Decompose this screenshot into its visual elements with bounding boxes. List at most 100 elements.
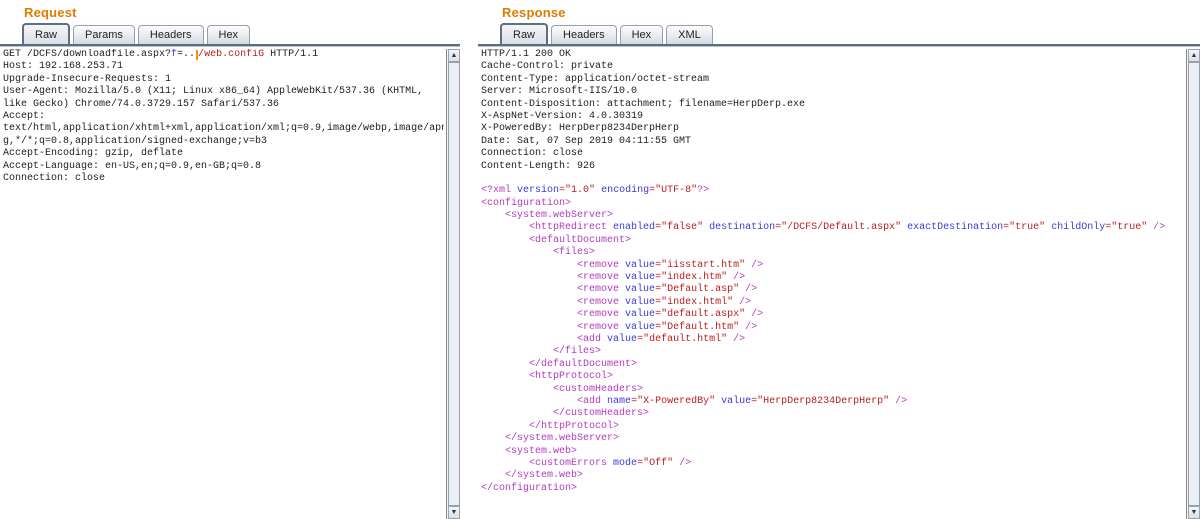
request-tab-hex[interactable]: Hex <box>207 25 251 44</box>
code-segment-tag: <httpRedirect <box>529 222 607 233</box>
code-segment-plain <box>481 421 529 432</box>
code-segment-attr: version <box>517 185 559 196</box>
code-line: User-Agent: Mozilla/5.0 (X11; Linux x86_… <box>3 86 444 98</box>
code-segment-plain <box>481 260 577 271</box>
code-segment-tag: <system.webServer> <box>505 210 613 221</box>
code-segment-tag: /> <box>673 458 691 469</box>
code-segment-tag: /> <box>733 297 751 308</box>
code-segment-tag: <remove <box>577 260 619 271</box>
code-segment-plain: Content-Disposition: attachment; filenam… <box>481 99 805 110</box>
code-segment-plain <box>481 396 577 407</box>
code-segment-tag: <customErrors <box>529 458 607 469</box>
scroll-up-button[interactable]: ▲ <box>1188 49 1200 62</box>
scrollbar-thumb[interactable] <box>1188 62 1200 506</box>
code-segment-plain <box>481 371 529 382</box>
code-segment-plain <box>481 359 529 370</box>
code-line: <configuration> <box>481 198 1184 210</box>
code-line: Host: 192.168.253.71 <box>3 61 444 73</box>
request-tab-raw[interactable]: Raw <box>22 23 70 44</box>
code-line: Accept-Encoding: gzip, deflate <box>3 148 444 160</box>
code-segment-attr: value <box>625 297 655 308</box>
code-segment-plain: Content-Length: 926 <box>481 161 595 172</box>
code-line: Accept: <box>3 111 444 123</box>
code-segment-attr: exactDestination <box>907 222 1003 233</box>
code-segment-plain: Accept-Encoding: gzip, deflate <box>3 148 183 159</box>
code-segment-val: ="1.0" <box>559 185 595 196</box>
scrollbar-thumb[interactable] <box>448 62 460 506</box>
request-tab-headers[interactable]: Headers <box>138 25 204 44</box>
code-segment-tag: ?> <box>697 185 709 196</box>
code-segment-plain <box>481 210 505 221</box>
code-segment-plain <box>481 297 577 308</box>
request-tab-params[interactable]: Params <box>73 25 135 44</box>
response-raw-viewer[interactable]: HTTP/1.1 200 OKCache-Control: private Con… <box>481 49 1184 519</box>
code-segment-tag: </configuration> <box>481 483 577 494</box>
code-segment-plain <box>481 334 577 345</box>
response-tab-raw[interactable]: Raw <box>500 23 548 44</box>
code-segment-plain: Accept-Language: en-US,en;q=0.9,en-GB;q=… <box>3 161 261 172</box>
code-segment-tag: <add <box>577 334 601 345</box>
code-segment-attr: childOnly <box>1051 222 1105 233</box>
code-segment-plain <box>481 346 553 357</box>
code-segment-plain <box>481 284 577 295</box>
response-scrollbar[interactable]: ▲ ▼ <box>1186 49 1200 519</box>
scroll-down-button[interactable]: ▼ <box>448 506 460 519</box>
code-line: <system.web> <box>481 446 1184 458</box>
code-segment-attr: value <box>625 260 655 271</box>
code-segment-plain <box>481 408 553 419</box>
code-segment-tag: <httpProtocol> <box>529 371 613 382</box>
code-segment-tag: /> <box>739 284 757 295</box>
code-line: <remove value="index.htm" /> <box>481 272 1184 284</box>
code-segment-plain: HTTP/1.1 <box>264 49 318 60</box>
response-content: HTTP/1.1 200 OKCache-Control: private Con… <box>478 44 1200 519</box>
code-line: </system.webServer> <box>481 433 1184 445</box>
code-line: <remove value="index.html" /> <box>481 297 1184 309</box>
code-segment-plain: X-AspNet-Version: 4.0.30319 <box>481 111 643 122</box>
code-segment-attr: enabled <box>613 222 655 233</box>
request-raw-editor[interactable]: GET /DCFS/downloadfile.aspx?f=../web.con… <box>3 49 444 519</box>
scroll-down-button[interactable]: ▼ <box>1188 506 1200 519</box>
scroll-up-button[interactable]: ▲ <box>448 49 460 62</box>
code-line: HTTP/1.1 200 OK <box>481 49 1184 61</box>
code-line: X-PoweredBy: HerpDerp8234DerpHerp <box>481 123 1184 135</box>
code-segment-val: ="default.html" <box>637 334 727 345</box>
code-segment-val: ="/DCFS/Default.aspx" <box>775 222 901 233</box>
code-segment-tag: /> <box>739 322 757 333</box>
code-segment-plain <box>481 470 505 481</box>
code-line: text/html,application/xhtml+xml,applicat… <box>3 123 444 135</box>
code-segment-plain: Host: 192.168.253.71 <box>3 61 123 72</box>
code-line: Cache-Control: private <box>481 61 1184 73</box>
code-line: <httpProtocol> <box>481 371 1184 383</box>
request-scrollbar[interactable]: ▲ ▼ <box>446 49 460 519</box>
code-line: <?xml version="1.0" encoding="UTF-8"?> <box>481 185 1184 197</box>
code-line: </files> <box>481 346 1184 358</box>
code-segment-plain <box>481 322 577 333</box>
code-segment-plain <box>481 247 553 258</box>
response-tab-headers[interactable]: Headers <box>551 25 617 44</box>
code-segment-tag: <configuration> <box>481 198 571 209</box>
code-segment-tag: </customHeaders> <box>553 408 649 419</box>
response-tab-hex[interactable]: Hex <box>620 25 664 44</box>
code-segment-plain: Accept: <box>3 111 45 122</box>
code-line: </system.web> <box>481 470 1184 482</box>
code-segment-attr: value <box>625 284 655 295</box>
code-segment-val: ="false" <box>655 222 703 233</box>
response-panel-title: Response <box>502 5 566 20</box>
code-line: g,*/*;q=0.8,application/signed-exchange;… <box>3 136 444 148</box>
request-tabbar: RawParamsHeadersHex <box>22 23 250 44</box>
code-segment-tag: <customHeaders> <box>553 384 643 395</box>
code-segment-attr: destination <box>709 222 775 233</box>
code-line: <defaultDocument> <box>481 235 1184 247</box>
code-line: <add name="X-PoweredBy" value="HerpDerp8… <box>481 396 1184 408</box>
code-segment-val: ="true" <box>1105 222 1147 233</box>
code-segment-tag: </system.web> <box>505 470 583 481</box>
code-segment-plain: Date: Sat, 07 Sep 2019 04:11:55 GMT <box>481 136 691 147</box>
code-segment-tag: </httpProtocol> <box>529 421 619 432</box>
code-segment-val: ="X-PoweredBy" <box>631 396 715 407</box>
code-segment-plain <box>481 384 553 395</box>
response-tab-xml[interactable]: XML <box>666 25 713 44</box>
code-segment-plain <box>481 433 505 444</box>
code-line: Accept-Language: en-US,en;q=0.9,en-GB;q=… <box>3 161 444 173</box>
code-segment-tag: /> <box>727 334 745 345</box>
code-segment-plain: Upgrade-Insecure-Requests: 1 <box>3 74 171 85</box>
